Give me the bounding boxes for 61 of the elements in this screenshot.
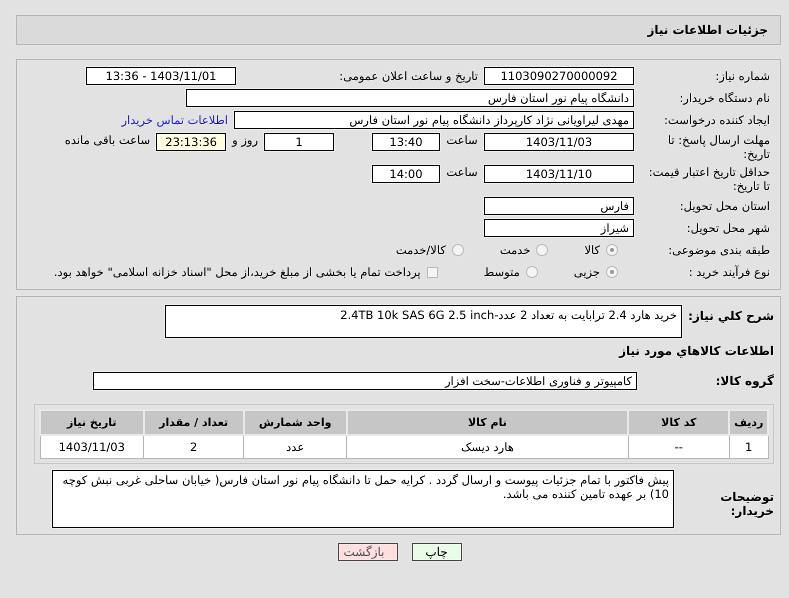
- field-label: گروه کالا:: [714, 374, 774, 388]
- column-header: تاریخ نیاز: [40, 410, 144, 435]
- checkbox[interactable]: [426, 266, 438, 278]
- section-heading: اطلاعات کالاهاي مورد نياز: [618, 344, 774, 358]
- table-cell: 2: [144, 435, 244, 458]
- creator-field: مهدی لیراویانی نژاد کارپرداز دانشگاه پیام نور استان فارس: [234, 111, 634, 129]
- table-cell: --: [628, 435, 730, 458]
- field-label: استان محل تحویل:: [678, 200, 771, 212]
- field-label: تاریخ و ساعت اعلان عمومی:: [338, 69, 479, 83]
- field-label: نوع فرآیند خرید :: [688, 266, 771, 278]
- table-cell: هارد دیسک: [346, 435, 628, 458]
- goods-group-field: کامپیوتر و فناوری اطلاعات-سخت افزار: [93, 372, 637, 390]
- radio-button[interactable]: [606, 244, 618, 256]
- field-label: توضیحات خریدار:: [719, 489, 774, 518]
- announce-date-field: 1403/11/01 - 13:36: [86, 67, 236, 85]
- city-field: شیراز: [484, 219, 634, 237]
- column-header: کد کالا: [628, 410, 730, 435]
- column-header: واحد شمارش: [244, 410, 347, 435]
- column-header: نام کالا: [346, 410, 628, 435]
- days-field: 1: [264, 133, 334, 151]
- print-button[interactable]: چاپ: [412, 543, 462, 561]
- table-cell: 1403/11/03: [40, 435, 144, 458]
- field-label: شهر محل تحویل:: [686, 222, 771, 234]
- deadline-date-field: 1403/11/03: [484, 133, 634, 151]
- field-label: طبقه بندی موضوعی:: [667, 244, 771, 256]
- field-label: حداقل تاریخ اعتبار قیمت: تا تاریخ:: [648, 165, 771, 193]
- notes-textarea[interactable]: پیش فاکتور با تمام جزئیات پیوست و ارسال گردد . کرایه حمل تا دانشگاه پیام نور استان فارس( خیابان ساحلی غربی نبش کوچه 10) بر عهده تامین کننده می باشد.: [52, 470, 674, 528]
- radio-label: خدمت: [500, 243, 530, 257]
- buyer-org-field: دانشگاه پیام نور استان فارس: [186, 89, 634, 107]
- province-field: فارس: [484, 197, 634, 215]
- validity-time-field: 14:00: [372, 165, 440, 183]
- radio-button[interactable]: [606, 266, 618, 278]
- radio-label: متوسط: [484, 265, 520, 279]
- validity-date-field: 1403/11/10: [484, 165, 634, 183]
- field-label: شرح کلي نياز:: [687, 308, 774, 323]
- deadline-time-field: 13:40: [372, 133, 440, 151]
- buyer-contact-link[interactable]: اطلاعات تماس خریدار: [121, 113, 228, 127]
- need-number-field: 1103090270000092: [484, 67, 634, 85]
- radio-label: کالا/خدمت: [396, 243, 446, 257]
- field-label: ایجاد کننده درخواست:: [663, 114, 771, 126]
- radio-button[interactable]: [452, 244, 464, 256]
- back-button[interactable]: بازگشت: [338, 543, 398, 561]
- field-label: روز و: [230, 133, 259, 147]
- field-label: ساعت: [445, 133, 479, 147]
- field-label: شماره نیاز:: [714, 70, 771, 82]
- page-title: جزئیات اطلاعات نیاز: [647, 23, 768, 37]
- field-label: نام دستگاه خریدار:: [678, 92, 771, 104]
- summary-textarea[interactable]: خرید هارد 2.4 ترابایت به تعداد 2 عدد-2.4TB 10k SAS 6G 2.5 inch: [165, 305, 682, 338]
- checkbox-label: پرداخت تمام یا بخشی از مبلغ خرید،از محل "اسناد خزانه اسلامی" خواهد بود.: [54, 265, 421, 279]
- table-cell: عدد: [244, 435, 347, 458]
- radio-label: جزیی: [574, 265, 600, 279]
- field-label: ساعت باقی مانده: [64, 133, 152, 147]
- radio-label: کالا: [584, 243, 600, 257]
- radio-button[interactable]: [536, 244, 548, 256]
- column-header: تعداد / مقدار: [144, 410, 244, 435]
- field-label: ساعت: [445, 165, 479, 179]
- table-cell: 1: [729, 435, 768, 458]
- remaining-time-field: 23:13:36: [156, 133, 226, 151]
- column-header: رديف: [729, 410, 768, 435]
- radio-button[interactable]: [526, 266, 538, 278]
- field-label: مهلت ارسال پاسخ: تا تاریخ:: [666, 133, 771, 161]
